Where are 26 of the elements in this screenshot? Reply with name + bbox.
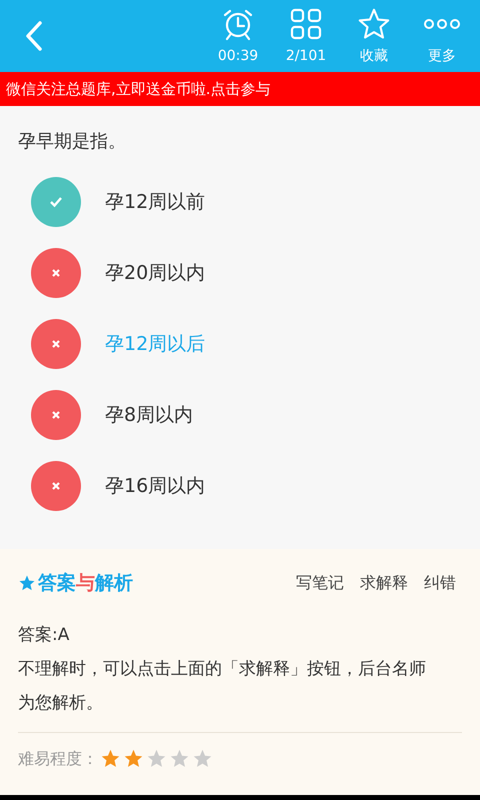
action-link[interactable]: 求解释 <box>360 571 408 596</box>
filled-star-icon <box>123 748 144 769</box>
action-link[interactable]: 写笔记 <box>296 571 344 596</box>
option-text[interactable]: 孕8周以内 <box>105 400 194 430</box>
star-icon <box>18 574 36 592</box>
back-icon <box>24 20 44 52</box>
star-icon <box>357 7 391 41</box>
question-text: 孕早期是指。 <box>17 130 127 154</box>
empty-star-icon <box>169 748 190 769</box>
answer-text: 答案:A <box>18 624 70 646</box>
option-text[interactable]: 孕16周以内 <box>105 472 206 500</box>
explanation-text: 不理解时，可以点击上面的「求解释」按钮，后台名师为您解析。 <box>18 658 427 714</box>
section-title: 答案 <box>38 571 76 596</box>
section-title: 与 <box>76 571 95 596</box>
promo-banner[interactable]: 微信关注总题库,立即送金币啦.点击参与 <box>0 72 480 106</box>
empty-star-icon <box>146 748 167 769</box>
option-text[interactable]: 孕20周以内 <box>105 258 206 288</box>
more-icon <box>423 18 461 30</box>
option-text[interactable]: 孕12周以前 <box>105 188 206 216</box>
section-title: 解析 <box>95 571 133 596</box>
empty-star-icon <box>192 748 213 769</box>
action-link[interactable]: 纠错 <box>424 571 456 596</box>
alarm-clock-icon <box>221 7 255 41</box>
difficulty-label: 难易程度： <box>18 748 98 770</box>
filled-star-icon <box>100 748 121 769</box>
grid-icon <box>290 8 322 40</box>
